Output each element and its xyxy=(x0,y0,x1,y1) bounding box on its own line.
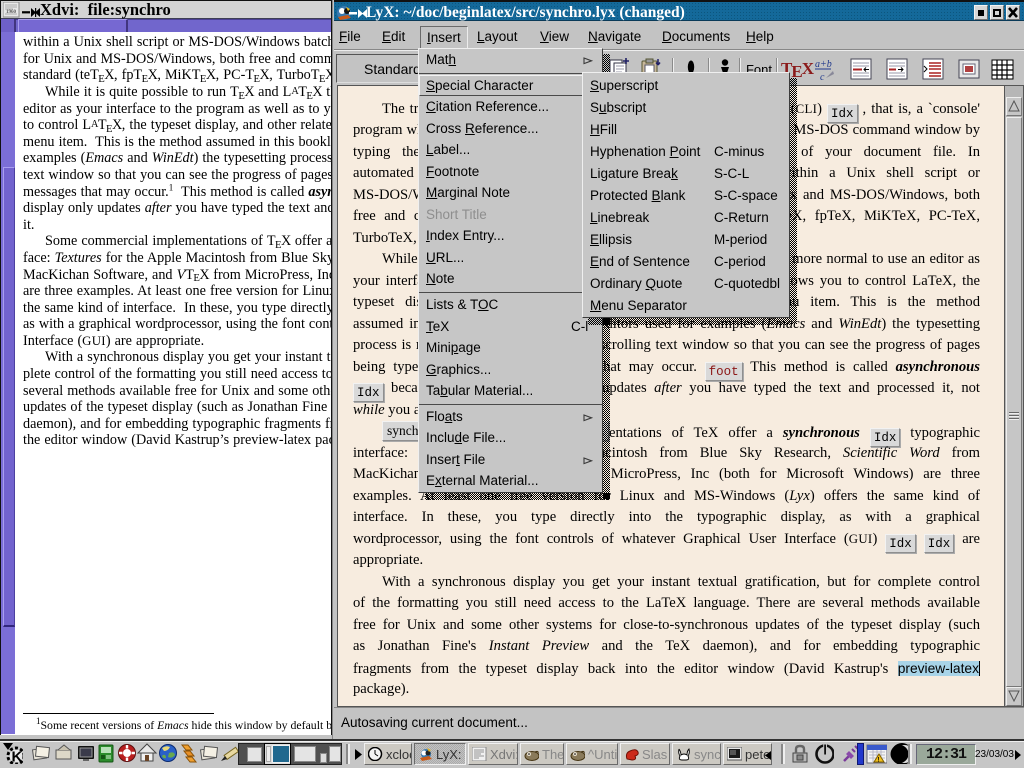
svg-text:a+b: a+b xyxy=(815,59,832,70)
svg-text:!: ! xyxy=(878,758,880,764)
svg-text:c: c xyxy=(820,72,825,83)
svg-text:K: K xyxy=(12,749,23,765)
svg-text:1960: 1960 xyxy=(6,10,17,15)
